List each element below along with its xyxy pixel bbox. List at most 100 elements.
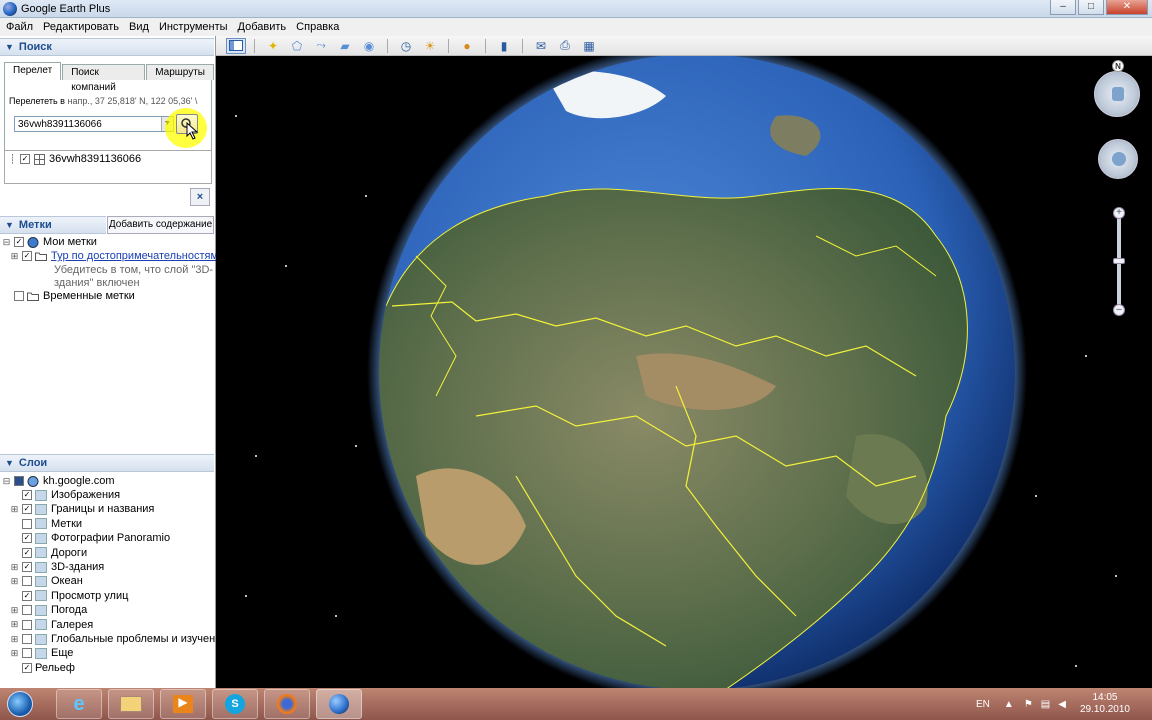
polygon-icon[interactable]: ⬠ bbox=[287, 38, 307, 54]
maps-icon[interactable]: ▦ bbox=[579, 38, 599, 54]
expand-icon[interactable]: ⊞ bbox=[10, 648, 19, 659]
clear-search-button[interactable]: × bbox=[190, 188, 210, 206]
globe-view[interactable] bbox=[216, 56, 1152, 688]
tray-volume-icon[interactable]: ◀ bbox=[1058, 699, 1066, 710]
layer-item[interactable]: ⊞ Галерея bbox=[10, 618, 93, 632]
layer-item[interactable]: ✓ Изображения bbox=[10, 488, 120, 502]
expand-icon[interactable]: ⊞ bbox=[10, 562, 19, 573]
search-result-item[interactable]: ┊ ✓ 36vwh8391136066 bbox=[8, 152, 141, 166]
tab-directions[interactable]: Маршруты bbox=[146, 64, 214, 80]
layer-checkbox[interactable]: ✓ bbox=[22, 490, 32, 500]
layer-item[interactable]: ✓ Просмотр улиц bbox=[10, 589, 128, 603]
layer-checkbox[interactable] bbox=[22, 634, 32, 644]
expand-icon[interactable]: ⊞ bbox=[10, 576, 19, 587]
north-button[interactable]: N bbox=[1112, 60, 1124, 72]
tree-item-my-places[interactable]: ⊟ ✓ Мои метки bbox=[2, 235, 97, 249]
expand-icon[interactable]: ⊞ bbox=[10, 251, 19, 262]
layer-checkbox[interactable] bbox=[22, 619, 32, 630]
checkbox[interactable]: ✓ bbox=[20, 154, 30, 164]
media-player-icon[interactable]: ▶ bbox=[160, 689, 206, 719]
language-indicator[interactable]: EN bbox=[976, 699, 990, 710]
layer-checkbox[interactable] bbox=[22, 576, 32, 587]
menu-edit[interactable]: Редактировать bbox=[39, 21, 123, 33]
menu-view[interactable]: Вид bbox=[125, 21, 153, 33]
tab-fly-to[interactable]: Перелет bbox=[4, 62, 62, 80]
menu-help[interactable]: Справка bbox=[292, 21, 343, 33]
layer-item[interactable]: ✓ Рельеф bbox=[10, 661, 75, 675]
start-button[interactable] bbox=[0, 688, 40, 720]
tray-network-icon[interactable]: ▤ bbox=[1041, 699, 1050, 710]
places-section-header[interactable]: ▼ Метки bbox=[0, 216, 106, 234]
expand-icon[interactable]: ⊞ bbox=[10, 634, 19, 645]
layer-item[interactable]: ⊞ Океан bbox=[10, 574, 83, 588]
checkbox[interactable] bbox=[14, 476, 24, 486]
skype-icon[interactable]: S bbox=[212, 689, 258, 719]
layer-checkbox[interactable]: ✓ bbox=[22, 504, 32, 515]
sunlight-icon[interactable]: ☀ bbox=[420, 38, 440, 54]
layer-item[interactable]: ✓ Дороги bbox=[10, 546, 87, 560]
overlay-icon[interactable]: ▰ bbox=[335, 38, 355, 54]
collapse-icon[interactable]: ⊟ bbox=[2, 476, 11, 487]
tray-flag-icon[interactable]: ⚑ bbox=[1024, 699, 1033, 710]
layer-item[interactable]: ⊞ Глобальные проблемы и изучен… bbox=[10, 632, 227, 646]
layer-checkbox[interactable]: ✓ bbox=[22, 562, 32, 572]
layer-checkbox[interactable]: ✓ bbox=[22, 547, 32, 558]
firefox-icon[interactable] bbox=[264, 689, 310, 719]
menu-file[interactable]: Файл bbox=[2, 21, 37, 33]
layer-root[interactable]: ⊟ kh.google.com bbox=[2, 474, 115, 488]
search-input[interactable] bbox=[14, 116, 174, 132]
layer-item[interactable]: Метки bbox=[10, 517, 82, 531]
layer-item[interactable]: ⊞ Погода bbox=[10, 603, 88, 617]
close-button[interactable]: ✕ bbox=[1106, 0, 1148, 15]
tour-icon[interactable]: ◉ bbox=[359, 38, 379, 54]
look-control[interactable] bbox=[1094, 71, 1140, 117]
email-icon[interactable]: ✉ bbox=[531, 38, 551, 54]
print-icon[interactable]: ⎙ bbox=[555, 38, 575, 54]
placemark-icon[interactable]: ✦ bbox=[263, 38, 283, 54]
checkbox[interactable] bbox=[14, 291, 24, 301]
tray-arrow-icon[interactable]: ▲ bbox=[1004, 699, 1014, 710]
explorer-icon[interactable] bbox=[108, 689, 154, 719]
search-section-header[interactable]: ▼ Поиск bbox=[0, 38, 214, 56]
layer-item[interactable]: ⊞ ✓ Границы и названия bbox=[10, 502, 155, 516]
globe-viewport[interactable] bbox=[216, 56, 1152, 688]
tree-item-temporary-places[interactable]: Временные метки bbox=[2, 289, 135, 303]
layers-section-header[interactable]: ▼ Слои bbox=[0, 454, 214, 472]
checkbox[interactable]: ✓ bbox=[14, 237, 24, 247]
clock[interactable]: 14:05 29.10.2010 bbox=[1080, 692, 1130, 716]
expand-icon[interactable]: ⊞ bbox=[10, 504, 19, 515]
planet-icon[interactable]: ● bbox=[457, 38, 477, 54]
move-control[interactable] bbox=[1098, 139, 1138, 179]
layer-checkbox[interactable] bbox=[22, 518, 32, 529]
layer-checkbox[interactable]: ✓ bbox=[22, 533, 32, 544]
layer-checkbox[interactable]: ✓ bbox=[22, 590, 32, 601]
ruler-icon[interactable]: ▮ bbox=[494, 38, 514, 54]
collapse-icon[interactable]: ⊟ bbox=[2, 237, 11, 248]
layer-item[interactable]: ✓ Фотографии Panoramio bbox=[10, 531, 170, 545]
layer-checkbox[interactable] bbox=[22, 605, 32, 616]
zoom-out-button[interactable]: – bbox=[1113, 304, 1125, 316]
ie-icon[interactable]: e bbox=[56, 689, 102, 719]
minimize-button[interactable]: – bbox=[1050, 0, 1076, 15]
expand-icon[interactable]: ⊞ bbox=[10, 619, 19, 630]
checkbox[interactable]: ✓ bbox=[22, 251, 32, 261]
expand-icon[interactable]: ⊞ bbox=[10, 605, 19, 616]
tab-find-businesses[interactable]: Поиск компаний bbox=[62, 64, 146, 93]
tree-item-tour[interactable]: ⊞ ✓ Тур по достопримечательностям bbox=[10, 249, 218, 263]
sidebar-icon[interactable] bbox=[226, 37, 246, 54]
menu-add[interactable]: Добавить bbox=[234, 21, 291, 33]
google-earth-icon[interactable] bbox=[316, 689, 362, 719]
path-icon[interactable]: ⤳ bbox=[311, 38, 331, 54]
zoom-in-button[interactable]: + bbox=[1113, 207, 1125, 219]
layer-item[interactable]: ⊞ Еще bbox=[10, 646, 74, 660]
zoom-slider-thumb[interactable] bbox=[1113, 258, 1125, 264]
historical-imagery-icon[interactable]: ◷ bbox=[396, 38, 416, 54]
tour-link[interactable]: Тур по достопримечательностям bbox=[51, 250, 218, 262]
menu-tools[interactable]: Инструменты bbox=[155, 21, 232, 33]
layer-checkbox[interactable] bbox=[22, 648, 32, 659]
add-content-button[interactable]: Добавить содержание bbox=[107, 216, 214, 234]
borders-icon bbox=[35, 503, 47, 515]
maximize-button[interactable]: □ bbox=[1078, 0, 1104, 15]
layer-item[interactable]: ⊞ ✓ 3D-здания bbox=[10, 560, 105, 574]
layer-checkbox[interactable]: ✓ bbox=[22, 662, 32, 673]
